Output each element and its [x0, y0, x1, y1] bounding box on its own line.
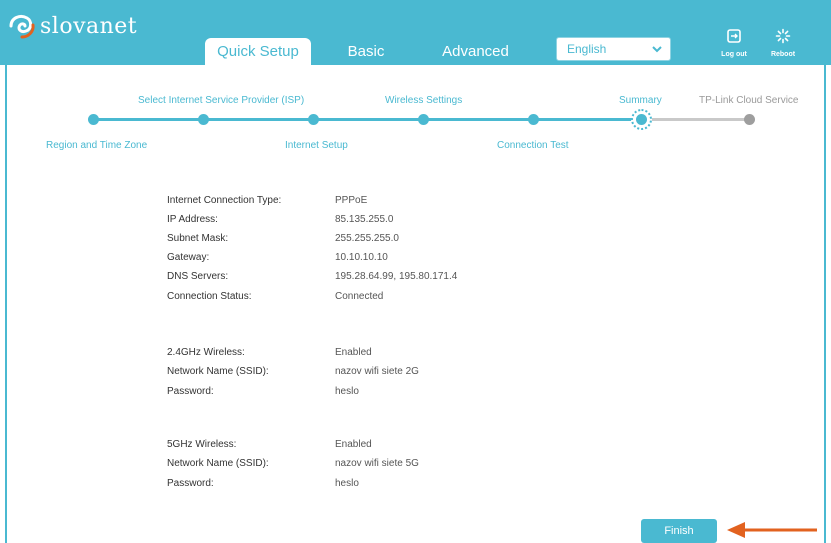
summary-row: IP Address: 85.135.255.0 [167, 214, 567, 228]
step-label-region: Region and Time Zone [46, 140, 148, 151]
reboot-button[interactable]: Reboot [763, 28, 803, 58]
top-bar: slovanet Quick Setup Basic Advanced Engl… [0, 0, 831, 65]
logout-button[interactable]: Log out [714, 28, 754, 58]
summary-row: Network Name (SSID): nazov wifi siete 2G [167, 366, 567, 380]
connection-type-label: Internet Connection Type: [167, 195, 282, 206]
wifi-5-ssid-label: Network Name (SSID): [167, 458, 269, 469]
dns-servers-value: 195.28.64.99, 195.80.171.4 [335, 271, 458, 282]
wifi-5-status-label: 5GHz Wireless: [167, 439, 237, 450]
dns-servers-label: DNS Servers: [167, 271, 229, 282]
progress-track-pending [641, 118, 750, 121]
wifi-24-status-value: Enabled [335, 347, 372, 358]
wifi-24-password-value: heslo [335, 386, 359, 397]
tab-basic[interactable]: Basic [336, 38, 396, 65]
brand-logo[interactable]: slovanet [8, 12, 137, 40]
summary-row: DNS Servers: 195.28.64.99, 195.80.171.4 [167, 271, 567, 285]
tab-quick-setup[interactable]: Quick Setup [205, 38, 311, 65]
tab-advanced[interactable]: Advanced [433, 38, 518, 65]
summary-row: 2.4GHz Wireless: Enabled [167, 347, 567, 361]
ip-address-label: IP Address: [167, 214, 218, 225]
summary-row: Password: heslo [167, 386, 567, 400]
step-dot-wireless[interactable] [418, 114, 429, 125]
summary-row: Subnet Mask: 255.255.255.0 [167, 233, 567, 247]
subnet-mask-value: 255.255.255.0 [335, 233, 399, 244]
logout-icon [726, 29, 742, 48]
language-selected-value: English [567, 42, 607, 56]
step-label-wireless: Wireless Settings [385, 95, 463, 106]
summary-row: Connection Status: Connected [167, 291, 567, 305]
step-dot-summary[interactable] [631, 109, 652, 130]
summary-row: Gateway: 10.10.10.10 [167, 252, 567, 266]
connection-type-value: PPPoE [335, 195, 368, 206]
connection-status-label: Connection Status: [167, 291, 252, 302]
step-dot-connection-test[interactable] [528, 114, 539, 125]
arrow-left-icon [725, 520, 819, 543]
language-select[interactable]: English [556, 37, 671, 61]
wifi-5-ssid-value: nazov wifi siete 5G [335, 458, 419, 469]
step-label-isp: Select Internet Service Provider (ISP) [138, 95, 305, 106]
summary-row: 5GHz Wireless: Enabled [167, 439, 567, 453]
summary-row: Password: heslo [167, 478, 567, 492]
summary-row: Network Name (SSID): nazov wifi siete 5G [167, 458, 567, 472]
logout-label: Log out [721, 51, 747, 58]
wifi-5-status-value: Enabled [335, 439, 372, 450]
finish-button[interactable]: Finish [641, 519, 717, 543]
wifi-24-password-label: Password: [167, 386, 214, 397]
step-dot-internet[interactable] [308, 114, 319, 125]
gateway-value: 10.10.10.10 [335, 252, 388, 263]
chevron-down-icon [650, 41, 664, 62]
reboot-label: Reboot [770, 51, 796, 58]
ip-address-value: 85.135.255.0 [335, 214, 394, 225]
brand-name: slovanet [40, 13, 138, 39]
progress-track-done [93, 118, 641, 121]
swirl-logo-icon [8, 12, 36, 40]
step-dot-isp[interactable] [198, 114, 209, 125]
connection-status-value: Connected [335, 291, 384, 302]
wifi-24-ssid-label: Network Name (SSID): [167, 366, 269, 377]
step-label-cloud: TP-Link Cloud Service [699, 95, 799, 106]
reboot-icon [775, 28, 791, 48]
step-label-summary: Summary [619, 95, 662, 106]
gateway-label: Gateway: [167, 252, 210, 263]
step-dot-region[interactable] [88, 114, 99, 125]
step-dot-cloud [744, 114, 755, 125]
wifi-24-status-label: 2.4GHz Wireless: [167, 347, 245, 358]
wifi-24-ssid-value: nazov wifi siete 2G [335, 366, 419, 377]
wifi-5-password-label: Password: [167, 478, 214, 489]
wifi-5-password-value: heslo [335, 478, 359, 489]
subnet-mask-label: Subnet Mask: [167, 233, 229, 244]
setup-progress-stepper: Select Internet Service Provider (ISP) W… [0, 85, 831, 160]
step-label-connection-test: Connection Test [497, 140, 569, 151]
summary-row: Internet Connection Type: PPPoE [167, 195, 567, 209]
step-label-internet: Internet Setup [285, 140, 348, 151]
